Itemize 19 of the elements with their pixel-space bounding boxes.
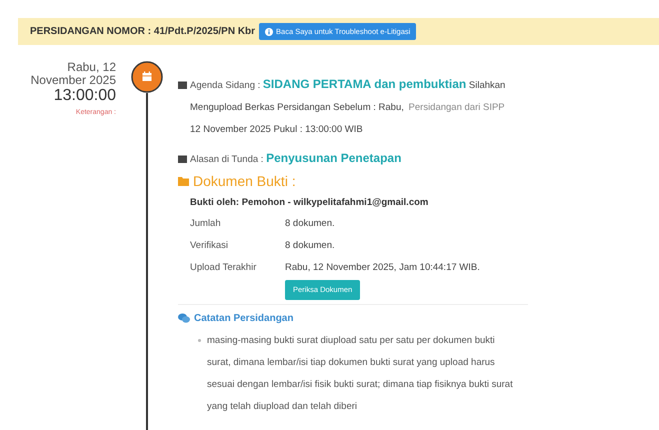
field-value: 8 dokumen. — [285, 217, 335, 231]
hearing-date: Rabu, 12 — [66, 61, 116, 74]
field-value: Rabu, 12 November 2025, Jam 10:44:17 WIB. — [285, 261, 480, 275]
field-label: Jumlah — [190, 217, 222, 231]
case-number-title: PERSIDANGAN NOMOR : 41/Pdt.P/2025/PN Kbr — [30, 26, 256, 37]
submitted-by: Bukti oleh: Pemohon - wilkypelitafahmi1@gmail.com — [190, 196, 430, 210]
info-icon — [265, 28, 274, 36]
hearing-time: 13:00:00 — [52, 87, 116, 105]
note-text: masing-masing bukti surat diupload satu per satu per dokumen bukti surat, dimana lembar/isi tiap dokumen bukti surat yang upload harus sesuai dengan lembar/isi fisik bukti surat; dimana tiap fisiknya bukti surat yang telah diupload dan telah diberi — [207, 334, 514, 414]
field-label: Verifikasi — [190, 239, 230, 253]
folder-icon — [178, 176, 190, 186]
postpone-text: Alasan di Tunda : Penyusunan Penetapan — [190, 150, 402, 167]
notes-heading: Catatan Persidangan — [194, 312, 294, 324]
field-value: 8 dokumen. — [285, 239, 335, 253]
hearing-date: November 2025 — [30, 74, 116, 87]
field-label: Upload Terakhir — [190, 261, 258, 275]
chat-icon — [178, 313, 190, 323]
documents-heading: Dokumen Bukti : — [193, 173, 296, 189]
agenda-text: Agenda Sidang : SIDANG PERTAMA dan pembuktian Silahkan Mengupload Berkas Persidangan Sebelum : Rabu, Persidangan dari SIPP 12 November 2025 Pukul : 13:00:00 WIB — [190, 76, 506, 137]
